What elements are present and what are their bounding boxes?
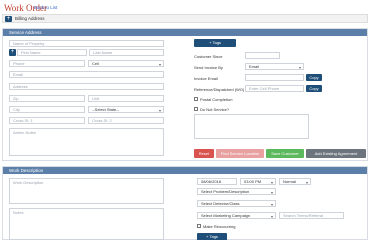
make-recurring-checkbox[interactable] [197, 224, 201, 228]
state-select[interactable]: --Select State-- ▾ [88, 106, 164, 113]
chevron-down-icon: ▾ [298, 65, 301, 70]
copy-reference-button[interactable]: Copy [306, 85, 322, 92]
work-tags-button[interactable]: + Tags [197, 233, 227, 240]
billing-address-bar[interactable]: + Billing Address [2, 14, 368, 23]
postal-completion-checkbox[interactable] [194, 97, 198, 101]
work-description-panel: Work Description Work Description Notes … [2, 166, 368, 240]
reference-input[interactable]: Enter Cell Phone [245, 85, 304, 92]
tags-button[interactable]: + Tags [194, 39, 236, 47]
work-description-header: Work Description [3, 167, 367, 174]
service-address-header: Service Address [3, 29, 367, 36]
save-customer-button[interactable]: Save Customer [266, 149, 304, 158]
service-notes-textarea[interactable] [194, 114, 309, 139]
chevron-down-icon: ▾ [270, 214, 273, 219]
make-recurring-label: Make Reoccurring [203, 224, 236, 229]
last-name-input[interactable]: Last Name [89, 49, 164, 56]
property-name-input[interactable]: Name of Property [9, 40, 164, 47]
service-address-panel: Service Address Name of Property + First… [2, 28, 368, 161]
admin-notes-textarea[interactable]: Admin Notes [9, 128, 164, 156]
detector-class-select[interactable]: Select Detector/Class ▾ [197, 200, 276, 207]
send-invoice-label: Send Invoice By [194, 65, 223, 70]
search-referral-input[interactable]: Search Terms/Referral [279, 212, 344, 219]
city-input[interactable]: City [9, 106, 85, 113]
do-not-service-checkbox[interactable] [194, 107, 198, 111]
send-invoice-select[interactable]: Email ▾ [245, 63, 304, 70]
invoice-email-label: Invoice Email [194, 76, 218, 81]
unit-input[interactable]: Unit [88, 95, 164, 102]
chevron-down-icon: ▾ [270, 202, 273, 207]
address-input[interactable]: Address [9, 83, 164, 90]
add-contact-plus-icon[interactable]: + [9, 49, 16, 56]
time-select[interactable]: 03:00 PM ▾ [240, 178, 276, 185]
cross-street-2-input[interactable]: Cross St. 2 [88, 117, 164, 124]
first-name-input[interactable]: First Name [17, 49, 87, 56]
problem-description-select[interactable]: Select Problem/Description ▾ [197, 188, 276, 195]
chevron-down-icon: ▾ [305, 180, 308, 185]
marketing-campaign-select[interactable]: Select Marketing Campaign ▾ [197, 212, 276, 219]
invoice-email-input[interactable] [245, 74, 304, 81]
do-not-service-label: Do Not Service? [200, 107, 230, 112]
chevron-down-icon: ▾ [270, 180, 273, 185]
work-description-textarea[interactable]: Work Description [9, 178, 164, 204]
add-existing-agreement-button[interactable]: Add Existing Agreement [306, 149, 366, 158]
customer-since-input[interactable] [245, 52, 280, 59]
date-input[interactable]: 08/06/2018 [197, 178, 237, 185]
reset-button[interactable]: Reset [194, 149, 214, 158]
billing-address-label: Billing Address [15, 16, 45, 21]
phone-input[interactable]: Phone [9, 60, 85, 67]
priority-select[interactable]: Normal ▾ [279, 178, 311, 185]
copy-email-button[interactable]: Copy [306, 74, 322, 81]
notes-textarea[interactable]: Notes [9, 208, 164, 240]
zip-input[interactable]: Zip [9, 95, 85, 102]
back-to-list-link[interactable]: Back to List [34, 5, 57, 10]
phone-type-select[interactable]: Cell ▾ [88, 60, 164, 67]
cross-street-1-input[interactable]: Cross St. 1 [9, 117, 85, 124]
postal-completion-label: Postal Completion [200, 97, 233, 102]
customer-since-label: Customer Since [194, 54, 223, 59]
expand-plus-icon[interactable]: + [5, 16, 12, 22]
chevron-down-icon: ▾ [270, 190, 273, 195]
reference-label: Reference/Dispatched (WO) [194, 87, 245, 92]
chevron-down-icon: ▾ [158, 108, 161, 113]
email-input[interactable]: Email [9, 71, 164, 78]
find-service-location-button[interactable]: Find Service Location [216, 149, 264, 158]
chevron-down-icon: ▾ [158, 62, 161, 67]
